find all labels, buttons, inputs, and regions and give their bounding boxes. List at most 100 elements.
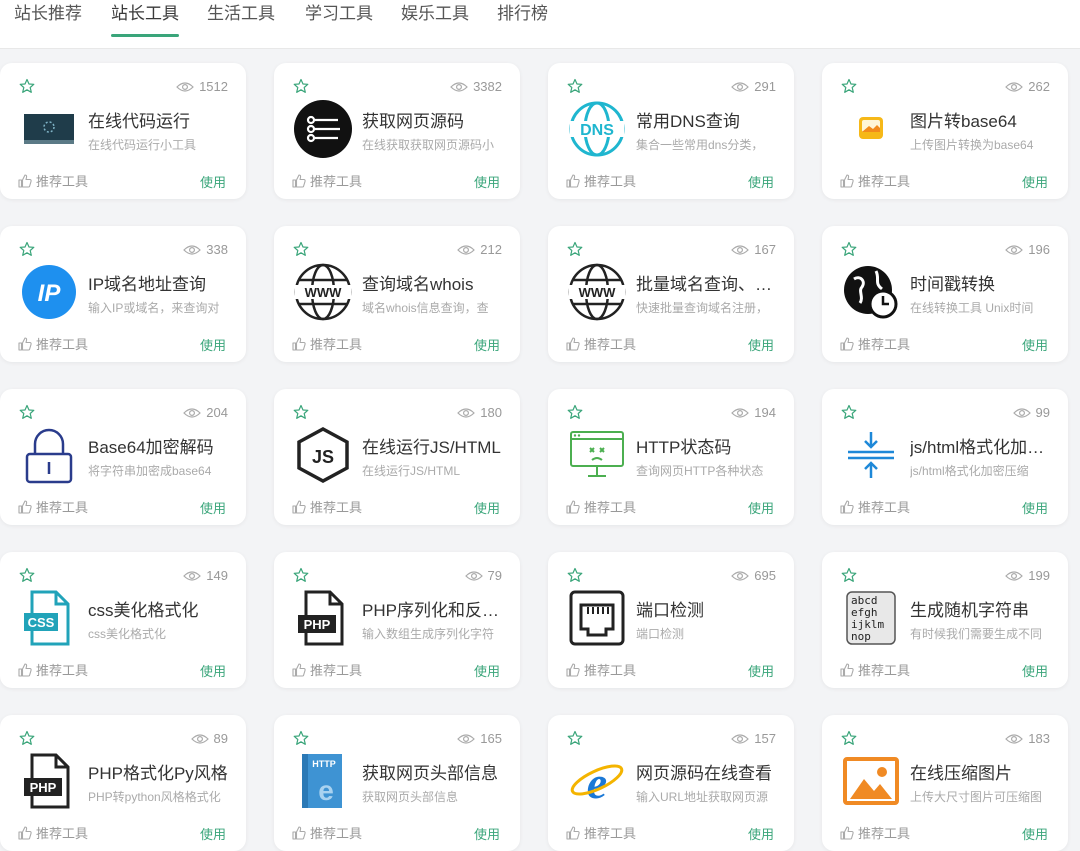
tab-webmaster-tools[interactable]: 站长工具 <box>111 0 179 48</box>
recommend-tool-button[interactable]: 推荐工具 <box>840 334 910 353</box>
use-tool-button[interactable]: 使用 <box>200 498 226 517</box>
use-tool-button[interactable]: 使用 <box>200 335 226 354</box>
recommend-tool-button[interactable]: 推荐工具 <box>292 171 362 190</box>
use-tool-button[interactable]: 使用 <box>474 172 500 191</box>
tool-title[interactable]: IP域名地址查询 <box>88 270 230 295</box>
favorite-star-icon[interactable] <box>293 730 309 746</box>
use-tool-button[interactable]: 使用 <box>474 498 500 517</box>
favorite-star-icon[interactable] <box>19 730 35 746</box>
recommend-tool-button[interactable]: 推荐工具 <box>292 497 362 516</box>
tool-card[interactable]: 3382 获取网页源码 在线获取获取网页源码小 推荐工具 使用 <box>274 63 520 199</box>
favorite-star-icon[interactable] <box>19 404 35 420</box>
tool-card[interactable]: 194 HTTP状态码 查询网页HTTP各种状态 推荐工具 使用 <box>548 389 794 525</box>
recommend-tool-button[interactable]: 推荐工具 <box>566 660 636 679</box>
favorite-star-icon[interactable] <box>567 730 583 746</box>
recommend-tool-button[interactable]: 推荐工具 <box>840 823 910 842</box>
favorite-star-icon[interactable] <box>293 567 309 583</box>
use-tool-button[interactable]: 使用 <box>474 824 500 843</box>
favorite-star-icon[interactable] <box>19 78 35 94</box>
use-tool-button[interactable]: 使用 <box>1022 498 1048 517</box>
favorite-star-icon[interactable] <box>841 241 857 257</box>
tool-card[interactable]: 1512 在线代码运行 在线代码运行小工具 推荐工具 使用 <box>0 63 246 199</box>
tool-title[interactable]: Base64加密解码 <box>88 433 230 458</box>
recommend-tool-button[interactable]: 推荐工具 <box>18 334 88 353</box>
use-tool-button[interactable]: 使用 <box>748 172 774 191</box>
tab-study-tools[interactable]: 学习工具 <box>305 0 373 48</box>
recommend-tool-button[interactable]: 推荐工具 <box>566 497 636 516</box>
use-tool-button[interactable]: 使用 <box>474 661 500 680</box>
tool-title[interactable]: js/html格式化加… <box>910 433 1052 458</box>
tool-card[interactable]: 204 Base64加密解码 将字符串加密成base64 推荐工具 使用 <box>0 389 246 525</box>
tool-card[interactable]: 180 JS 在线运行JS/HTML 在线运行JS/HTML 推荐工具 使用 <box>274 389 520 525</box>
recommend-tool-button[interactable]: 推荐工具 <box>840 497 910 516</box>
tool-title[interactable]: 在线代码运行 <box>88 107 230 132</box>
use-tool-button[interactable]: 使用 <box>748 661 774 680</box>
recommend-tool-button[interactable]: 推荐工具 <box>18 497 88 516</box>
favorite-star-icon[interactable] <box>293 241 309 257</box>
tool-title[interactable]: HTTP状态码 <box>636 433 778 458</box>
tool-card[interactable]: 212 WWW 查询域名whois 域名whois信息查询，查 推荐工具 使用 <box>274 226 520 362</box>
favorite-star-icon[interactable] <box>567 241 583 257</box>
recommend-tool-button[interactable]: 推荐工具 <box>18 660 88 679</box>
tool-title[interactable]: 时间戳转换 <box>910 270 1052 295</box>
recommend-tool-button[interactable]: 推荐工具 <box>18 171 88 190</box>
tab-ranking[interactable]: 排行榜 <box>497 0 548 48</box>
tool-card[interactable]: 196 时间戳转换 在线转换工具 Unix时间 推荐工具 使用 <box>822 226 1068 362</box>
favorite-star-icon[interactable] <box>19 241 35 257</box>
use-tool-button[interactable]: 使用 <box>474 335 500 354</box>
favorite-star-icon[interactable] <box>293 78 309 94</box>
use-tool-button[interactable]: 使用 <box>1022 335 1048 354</box>
favorite-star-icon[interactable] <box>567 567 583 583</box>
tool-title[interactable]: 批量域名查询、… <box>636 270 778 295</box>
tool-title[interactable]: 在线压缩图片 <box>910 759 1052 784</box>
tool-card[interactable]: 291 DNS 常用DNS查询 集合一些常用dns分类， 推荐工具 使用 <box>548 63 794 199</box>
tool-card[interactable]: 262 图片转base64 上传图片转换为base64 推荐工具 使用 <box>822 63 1068 199</box>
use-tool-button[interactable]: 使用 <box>200 661 226 680</box>
tool-title[interactable]: 生成随机字符串 <box>910 596 1052 621</box>
recommend-tool-button[interactable]: 推荐工具 <box>566 171 636 190</box>
tab-entertainment-tools[interactable]: 娱乐工具 <box>401 0 469 48</box>
favorite-star-icon[interactable] <box>841 404 857 420</box>
favorite-star-icon[interactable] <box>293 404 309 420</box>
tool-title[interactable]: 获取网页源码 <box>362 107 504 132</box>
recommend-tool-button[interactable]: 推荐工具 <box>292 334 362 353</box>
tool-card[interactable]: 199 abcd efgh ijklm nop 生成随机字符串 有时候我们需要生成不同 推荐工… <box>822 552 1068 688</box>
recommend-tool-button[interactable]: 推荐工具 <box>840 660 910 679</box>
tool-card[interactable]: 695 端口检测 端口检测 推荐工具 使用 <box>548 552 794 688</box>
use-tool-button[interactable]: 使用 <box>1022 661 1048 680</box>
tool-title[interactable]: 在线运行JS/HTML <box>362 433 504 458</box>
recommend-tool-button[interactable]: 推荐工具 <box>566 334 636 353</box>
tool-title[interactable]: 常用DNS查询 <box>636 107 778 132</box>
tool-card[interactable]: 338 IP IP域名地址查询 输入IP或域名，来查询对 推荐工具 使用 <box>0 226 246 362</box>
recommend-tool-button[interactable]: 推荐工具 <box>292 823 362 842</box>
use-tool-button[interactable]: 使用 <box>200 172 226 191</box>
tool-card[interactable]: 165 HTTP e 获取网页头部信息 获取网页头部信息 推荐工具 使用 <box>274 715 520 851</box>
favorite-star-icon[interactable] <box>841 78 857 94</box>
recommend-tool-button[interactable]: 推荐工具 <box>566 823 636 842</box>
tool-title[interactable]: 端口检测 <box>636 596 778 621</box>
use-tool-button[interactable]: 使用 <box>1022 824 1048 843</box>
tool-card[interactable]: 99 js/html格式化加… js/html格式化加密压缩 推荐工具 使用 <box>822 389 1068 525</box>
use-tool-button[interactable]: 使用 <box>1022 172 1048 191</box>
tool-card[interactable]: 89 PHP PHP格式化Py风格 PHP转python风格格式化 推荐工具 使用 <box>0 715 246 851</box>
use-tool-button[interactable]: 使用 <box>748 824 774 843</box>
tool-title[interactable]: 获取网页头部信息 <box>362 759 504 784</box>
recommend-tool-button[interactable]: 推荐工具 <box>18 823 88 842</box>
favorite-star-icon[interactable] <box>841 567 857 583</box>
tool-card[interactable]: 149 CSS css美化格式化 css美化格式化 推荐工具 使用 <box>0 552 246 688</box>
recommend-tool-button[interactable]: 推荐工具 <box>840 171 910 190</box>
tool-card[interactable]: 167 WWW 批量域名查询、… 快速批量查询域名注册， 推荐工具 使用 <box>548 226 794 362</box>
favorite-star-icon[interactable] <box>841 730 857 746</box>
tool-card[interactable]: 157 e 网页源码在线查看 输入URL地址获取网页源 推荐工具 使用 <box>548 715 794 851</box>
tool-title[interactable]: 图片转base64 <box>910 107 1052 132</box>
use-tool-button[interactable]: 使用 <box>748 335 774 354</box>
tab-life-tools[interactable]: 生活工具 <box>207 0 275 48</box>
favorite-star-icon[interactable] <box>567 78 583 94</box>
tool-title[interactable]: css美化格式化 <box>88 596 230 621</box>
tool-title[interactable]: PHP格式化Py风格 <box>88 759 230 784</box>
tool-card[interactable]: 183 在线压缩图片 上传大尺寸图片可压缩图 推荐工具 使用 <box>822 715 1068 851</box>
tool-title[interactable]: PHP序列化和反… <box>362 596 504 621</box>
tool-card[interactable]: 79 PHP PHP序列化和反… 输入数组生成序列化字符 推荐工具 使用 <box>274 552 520 688</box>
use-tool-button[interactable]: 使用 <box>748 498 774 517</box>
tool-title[interactable]: 查询域名whois <box>362 270 504 295</box>
